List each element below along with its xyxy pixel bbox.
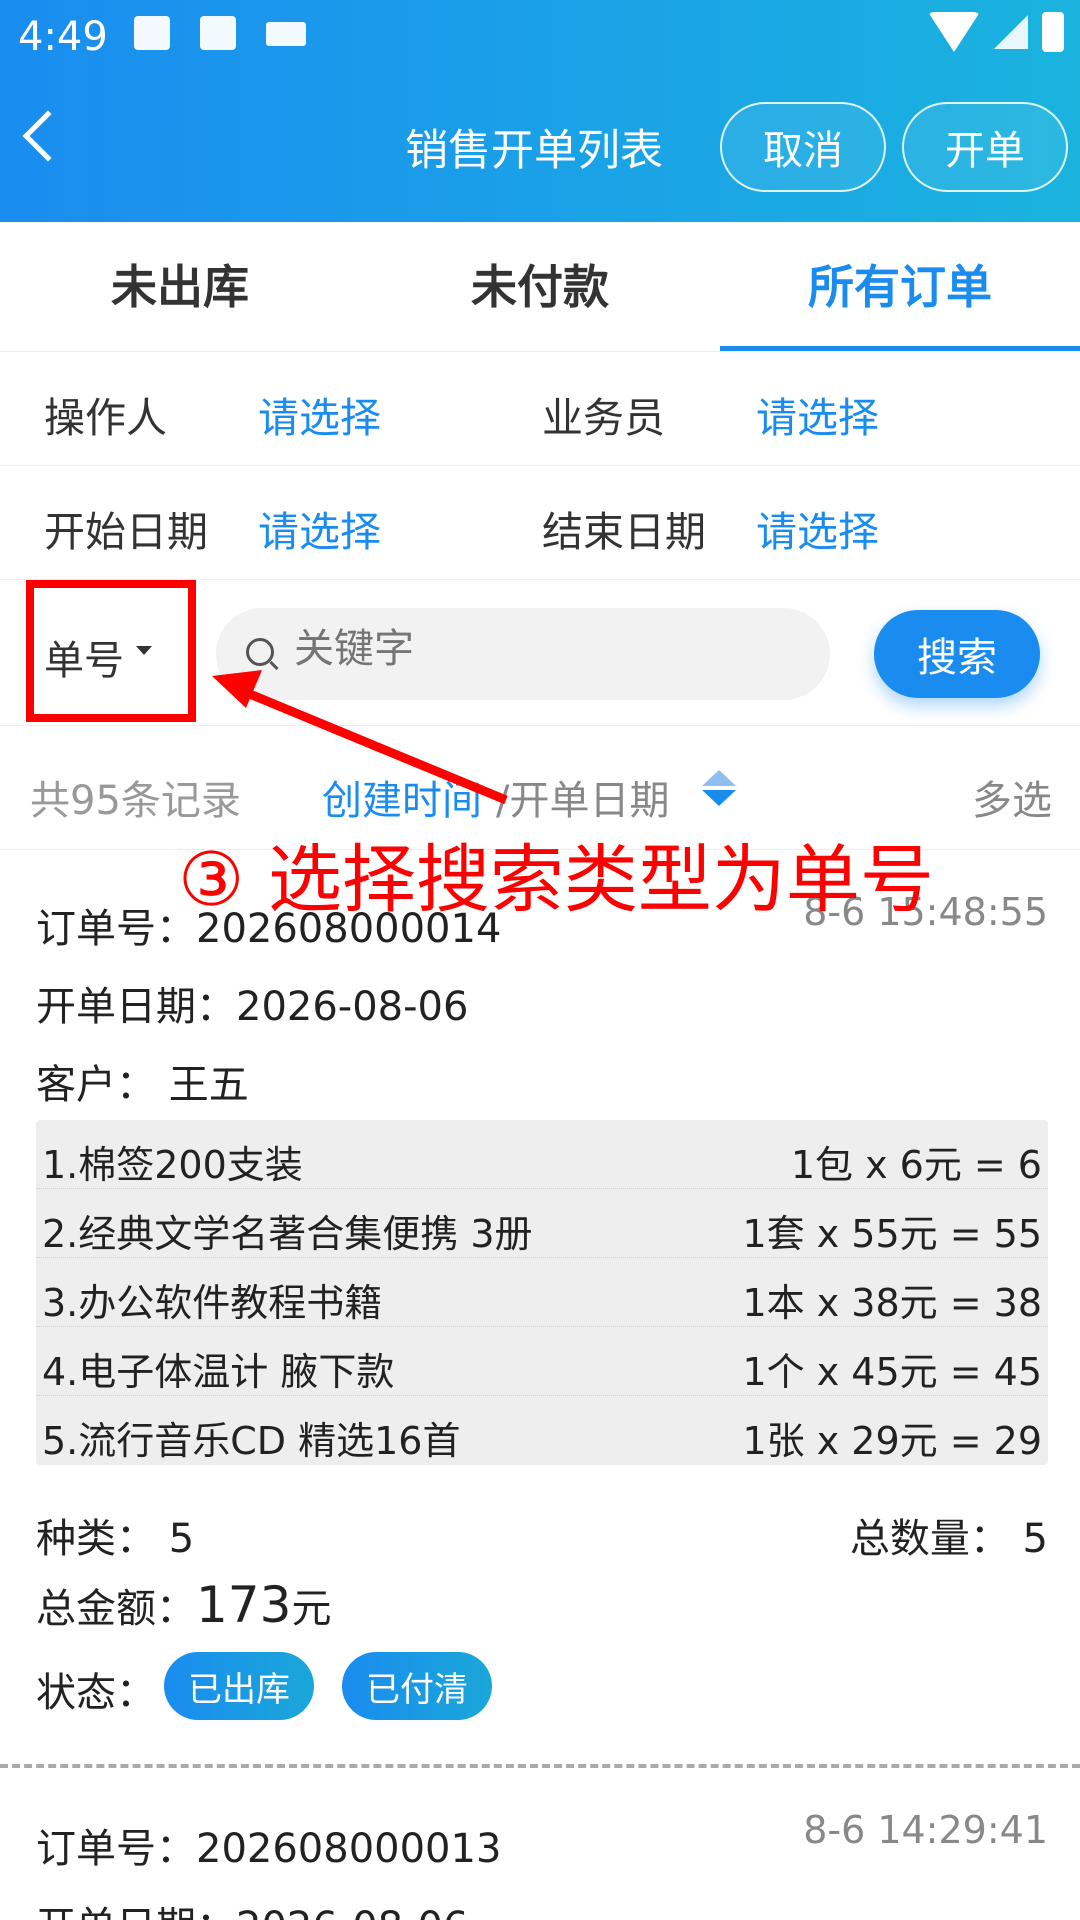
filter-row-dates: 开始日期 请选择 结束日期 请选择 — [0, 466, 1080, 580]
sort-by-order-date[interactable]: /开单日期 — [496, 768, 669, 826]
operator-label: 操作人 — [44, 394, 167, 442]
status-system-icons — [928, 12, 1064, 52]
record-count: 共95条记录 — [30, 778, 241, 824]
search-input[interactable] — [294, 626, 794, 672]
battery-icon — [1042, 12, 1064, 52]
order-total-qty: 总数量： 5 — [849, 1516, 1048, 1562]
item-calc: 1张 x 29元 = 29 — [742, 1419, 1042, 1463]
tab-bar: 未出库 未付款 所有订单 — [0, 222, 1080, 352]
annotation-highlight-box — [26, 580, 196, 722]
annotation-text: ③ 选择搜索类型为单号 — [178, 837, 934, 923]
list-item: 1.棉签200支装 1包 x 6元 = 6 — [36, 1120, 1048, 1189]
order-items: 1.棉签200支装 1包 x 6元 = 6 2.经典文学名著合集便携 3册 1套… — [36, 1120, 1048, 1465]
operator-select[interactable]: 请选择 — [258, 384, 381, 444]
salesperson-select[interactable]: 请选择 — [756, 384, 879, 444]
item-name: 4.电子体温计 腋下款 — [42, 1350, 395, 1394]
amount-value: 173 — [196, 1576, 292, 1634]
status-label: 状态： — [36, 1670, 156, 1716]
order-number: 订单号：202608000013 — [36, 1826, 502, 1872]
list-item: 3.办公软件教程书籍 1本 x 38元 = 38 — [36, 1258, 1048, 1327]
order-kinds: 种类： 5 — [36, 1516, 195, 1562]
list-item: 4.电子体温计 腋下款 1个 x 45元 = 45 — [36, 1327, 1048, 1396]
app-header: 4:49 销售开单列表 取消 开单 — [0, 0, 1080, 222]
end-date-label: 结束日期 — [542, 508, 706, 556]
back-arrow-icon[interactable] — [22, 110, 74, 162]
status-notification-icons — [134, 16, 306, 50]
image-icon — [134, 16, 170, 50]
order-card[interactable]: 订单号：202608000013 8-6 14:29:41 开单日期：2026-… — [0, 1770, 1080, 1920]
tab-all-orders[interactable]: 所有订单 — [720, 222, 1080, 351]
item-calc: 1个 x 45元 = 45 — [742, 1350, 1042, 1394]
filter-row-people: 操作人 请选择 业务员 请选择 — [0, 352, 1080, 466]
search-button[interactable]: 搜索 — [874, 610, 1040, 698]
keyboard-icon — [266, 22, 306, 46]
order-date: 开单日期：2026-08-06 — [36, 1894, 468, 1920]
list-item: 5.流行音乐CD 精选16首 1张 x 29元 = 29 — [36, 1396, 1048, 1465]
signal-icon — [994, 15, 1028, 49]
amount-unit: 元 — [291, 1586, 332, 1632]
wifi-icon — [928, 12, 980, 52]
order-date: 开单日期：2026-08-06 — [36, 984, 469, 1030]
sort-desc-icon — [702, 790, 736, 806]
multi-select-button[interactable]: 多选 — [972, 768, 1052, 826]
order-divider — [0, 1764, 1080, 1768]
sort-asc-icon — [702, 770, 736, 786]
text-a-icon — [200, 16, 236, 50]
tab-not-shipped[interactable]: 未出库 — [0, 222, 360, 351]
item-calc: 1套 x 55元 = 55 — [742, 1212, 1042, 1256]
open-order-button[interactable]: 开单 — [902, 102, 1068, 192]
salesperson-label: 业务员 — [542, 394, 665, 442]
order-customer: 客户： 王五 — [36, 1062, 249, 1108]
list-item: 2.经典文学名著合集便携 3册 1套 x 55元 = 55 — [36, 1189, 1048, 1258]
tab-unpaid[interactable]: 未付款 — [360, 222, 720, 351]
status-badge: 已出库 — [164, 1652, 314, 1720]
status-time: 4:49 — [18, 14, 108, 60]
search-icon — [246, 638, 274, 666]
sort-order-icon[interactable] — [702, 770, 736, 806]
item-name: 1.棉签200支装 — [42, 1143, 303, 1187]
status-badge: 已付清 — [342, 1652, 492, 1720]
item-name: 5.流行音乐CD 精选16首 — [42, 1419, 461, 1463]
end-date-select[interactable]: 请选择 — [756, 498, 879, 558]
start-date-select[interactable]: 请选择 — [258, 498, 381, 558]
item-name: 3.办公软件教程书籍 — [42, 1281, 383, 1325]
item-calc: 1包 x 6元 = 6 — [790, 1143, 1042, 1187]
amount-label: 总金额： — [36, 1586, 196, 1632]
order-time: 8-6 14:29:41 — [803, 1808, 1048, 1852]
start-date-label: 开始日期 — [44, 508, 208, 556]
cancel-button[interactable]: 取消 — [720, 102, 886, 192]
item-name: 2.经典文学名著合集便携 3册 — [42, 1212, 533, 1256]
page-title: 销售开单列表 — [405, 126, 663, 176]
item-calc: 1本 x 38元 = 38 — [742, 1281, 1042, 1325]
sort-by-created-time[interactable]: 创建时间 — [322, 768, 482, 826]
search-box[interactable] — [216, 608, 830, 700]
order-amount: 总金额：173元 — [36, 1576, 331, 1634]
